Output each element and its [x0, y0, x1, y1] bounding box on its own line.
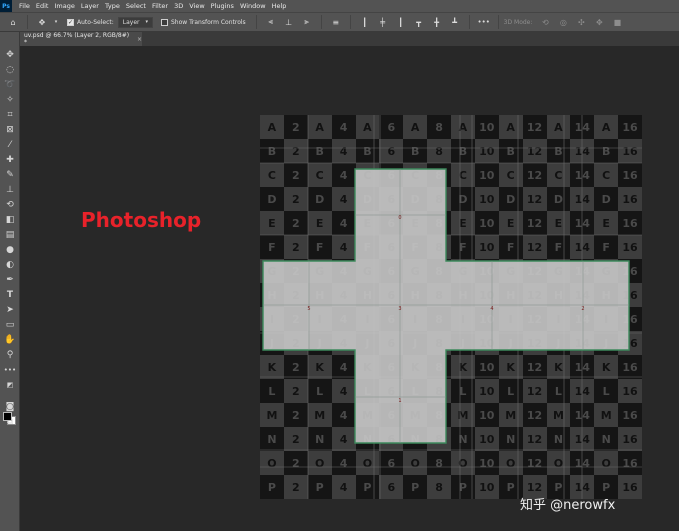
auto-select-target-value: Layer: [122, 18, 140, 26]
menu-3d[interactable]: 3D: [171, 0, 186, 12]
menu-file[interactable]: File: [16, 0, 33, 12]
pen-tool-icon[interactable]: ✒: [3, 273, 17, 286]
face-label-top: 0: [398, 215, 401, 221]
history-brush-tool-icon[interactable]: ⟲: [3, 198, 17, 211]
divider: [349, 15, 351, 29]
document-tab-title: uv.psd @ 66.7% (Layer 2, RGB/8#) *: [24, 32, 130, 46]
menu-type[interactable]: Type: [102, 0, 123, 12]
show-transform-checkbox[interactable]: Show Transform Controls: [161, 18, 246, 26]
zoom-tool-icon[interactable]: ⚲: [3, 348, 17, 361]
hand-tool-icon[interactable]: ✋: [3, 333, 17, 346]
face-label-right: 4: [490, 306, 493, 312]
face-label-bottom: 1: [398, 398, 401, 404]
menu-help[interactable]: Help: [269, 0, 290, 12]
foreground-color-swatch[interactable]: [3, 412, 12, 421]
menu-select[interactable]: Select: [123, 0, 149, 12]
chevron-down-icon: ▾: [145, 19, 148, 25]
menu-view[interactable]: View: [186, 0, 207, 12]
healing-brush-tool-icon[interactable]: ✚: [3, 153, 17, 166]
rectangle-tool-icon[interactable]: ▭: [3, 318, 17, 331]
crop-tool-icon[interactable]: ⌗: [3, 108, 17, 121]
toolbox: ✥ ◌ ➰ ✧ ⌗ ⊠ ⁄ ✚ ✎ ⊥ ⟲ ◧ ▤ ● ◐ ✒ T ➤ ▭ ✋ …: [0, 32, 20, 531]
roll-3d-icon[interactable]: ◎: [556, 15, 570, 29]
pan-3d-icon[interactable]: ✣: [574, 15, 588, 29]
move-tool-icon[interactable]: ✥: [3, 48, 17, 61]
checkbox-checked-icon[interactable]: ✓: [67, 18, 74, 26]
default-colors-icon[interactable]: ◩: [3, 378, 17, 391]
edit-toolbar-icon[interactable]: •••: [3, 363, 17, 376]
frame-tool-icon[interactable]: ⊠: [3, 123, 17, 136]
divider: [468, 15, 470, 29]
distribute-bottom-icon[interactable]: ┻: [448, 15, 462, 29]
type-tool-icon[interactable]: T: [3, 288, 17, 301]
photoshop-logo-icon[interactable]: Ps: [0, 0, 12, 12]
align-top-icon[interactable]: ≡: [329, 15, 343, 29]
face-label-center: 3: [398, 306, 401, 312]
divider: [320, 15, 322, 29]
align-left-icon[interactable]: ⫷: [264, 15, 278, 29]
uv-overlay: 0 5 3 4 2 1: [260, 115, 642, 499]
magic-wand-tool-icon[interactable]: ✧: [3, 93, 17, 106]
move-tool-preset-icon[interactable]: ✥: [35, 15, 49, 29]
photoshop-annotation-label: Photoshop: [81, 208, 202, 232]
distribute-middle-icon[interactable]: ╋: [430, 15, 444, 29]
gradient-tool-icon[interactable]: ▤: [3, 228, 17, 241]
menu-window[interactable]: Window: [237, 0, 269, 12]
chevron-down-icon[interactable]: ▾: [53, 15, 59, 29]
document-tab-bar: uv.psd @ 66.7% (Layer 2, RGB/8#) * ×: [20, 32, 679, 46]
divider: [27, 15, 28, 29]
uv-cross-mesh: [262, 168, 630, 444]
distribute-top-icon[interactable]: ┳: [412, 15, 426, 29]
marquee-tool-icon[interactable]: ◌: [3, 63, 17, 76]
blur-tool-icon[interactable]: ●: [3, 243, 17, 256]
show-transform-label: Show Transform Controls: [171, 18, 246, 26]
auto-select-label: Auto-Select:: [77, 18, 114, 26]
auto-select-target-select[interactable]: Layer ▾: [117, 16, 153, 28]
menu-edit[interactable]: Edit: [33, 0, 52, 12]
divider: [497, 15, 499, 29]
path-selection-tool-icon[interactable]: ➤: [3, 303, 17, 316]
distribute-center-icon[interactable]: ╪: [376, 15, 390, 29]
auto-select-checkbox[interactable]: ✓ Auto-Select:: [67, 18, 114, 26]
dodge-tool-icon[interactable]: ◐: [3, 258, 17, 271]
close-icon[interactable]: ×: [137, 36, 142, 43]
uv-cross-shape[interactable]: [262, 168, 630, 444]
distribute-right-icon[interactable]: ┃: [394, 15, 408, 29]
slide-3d-icon[interactable]: ✥: [592, 15, 606, 29]
menu-plugins[interactable]: Plugins: [208, 0, 237, 12]
camera-3d-icon[interactable]: ■: [610, 15, 624, 29]
menu-filter[interactable]: Filter: [149, 0, 171, 12]
menu-bar: Ps File Edit Image Layer Type Select Fil…: [0, 0, 679, 12]
distribute-left-icon[interactable]: ┃: [358, 15, 372, 29]
brush-tool-icon[interactable]: ✎: [3, 168, 17, 181]
face-label-far-right: 2: [581, 306, 584, 312]
lasso-tool-icon[interactable]: ➰: [3, 78, 17, 91]
eraser-tool-icon[interactable]: ◧: [3, 213, 17, 226]
align-right-icon[interactable]: ⫸: [300, 15, 314, 29]
more-options-button[interactable]: •••: [477, 15, 491, 29]
checkbox-unchecked-icon[interactable]: [161, 18, 168, 26]
options-bar: ⌂ ✥ ▾ ✓ Auto-Select: Layer ▾ Show Transf…: [0, 12, 679, 32]
home-icon[interactable]: ⌂: [6, 15, 20, 29]
photoshop-window: Ps File Edit Image Layer Type Select Fil…: [0, 0, 679, 531]
divider: [255, 15, 257, 29]
align-center-icon[interactable]: ⊥: [282, 15, 296, 29]
face-label-left: 5: [307, 306, 310, 312]
document-canvas[interactable]: A 2 A 4 A 6 A 8 A 10 A 12 A 14 A 16 B 2 B 4 B 6 B 8 B 10 B 12 B 14 B 16…: [260, 115, 642, 499]
menu-layer[interactable]: Layer: [78, 0, 102, 12]
orbit-3d-icon[interactable]: ⟲: [538, 15, 552, 29]
3d-mode-label: 3D Mode:: [503, 18, 533, 26]
menu-image[interactable]: Image: [51, 0, 77, 12]
eyedropper-tool-icon[interactable]: ⁄: [3, 138, 17, 151]
document-tab[interactable]: uv.psd @ 66.7% (Layer 2, RGB/8#) * ×: [20, 32, 142, 46]
clone-stamp-tool-icon[interactable]: ⊥: [3, 183, 17, 196]
zhihu-watermark: 知乎 @nerowfx: [520, 498, 616, 513]
